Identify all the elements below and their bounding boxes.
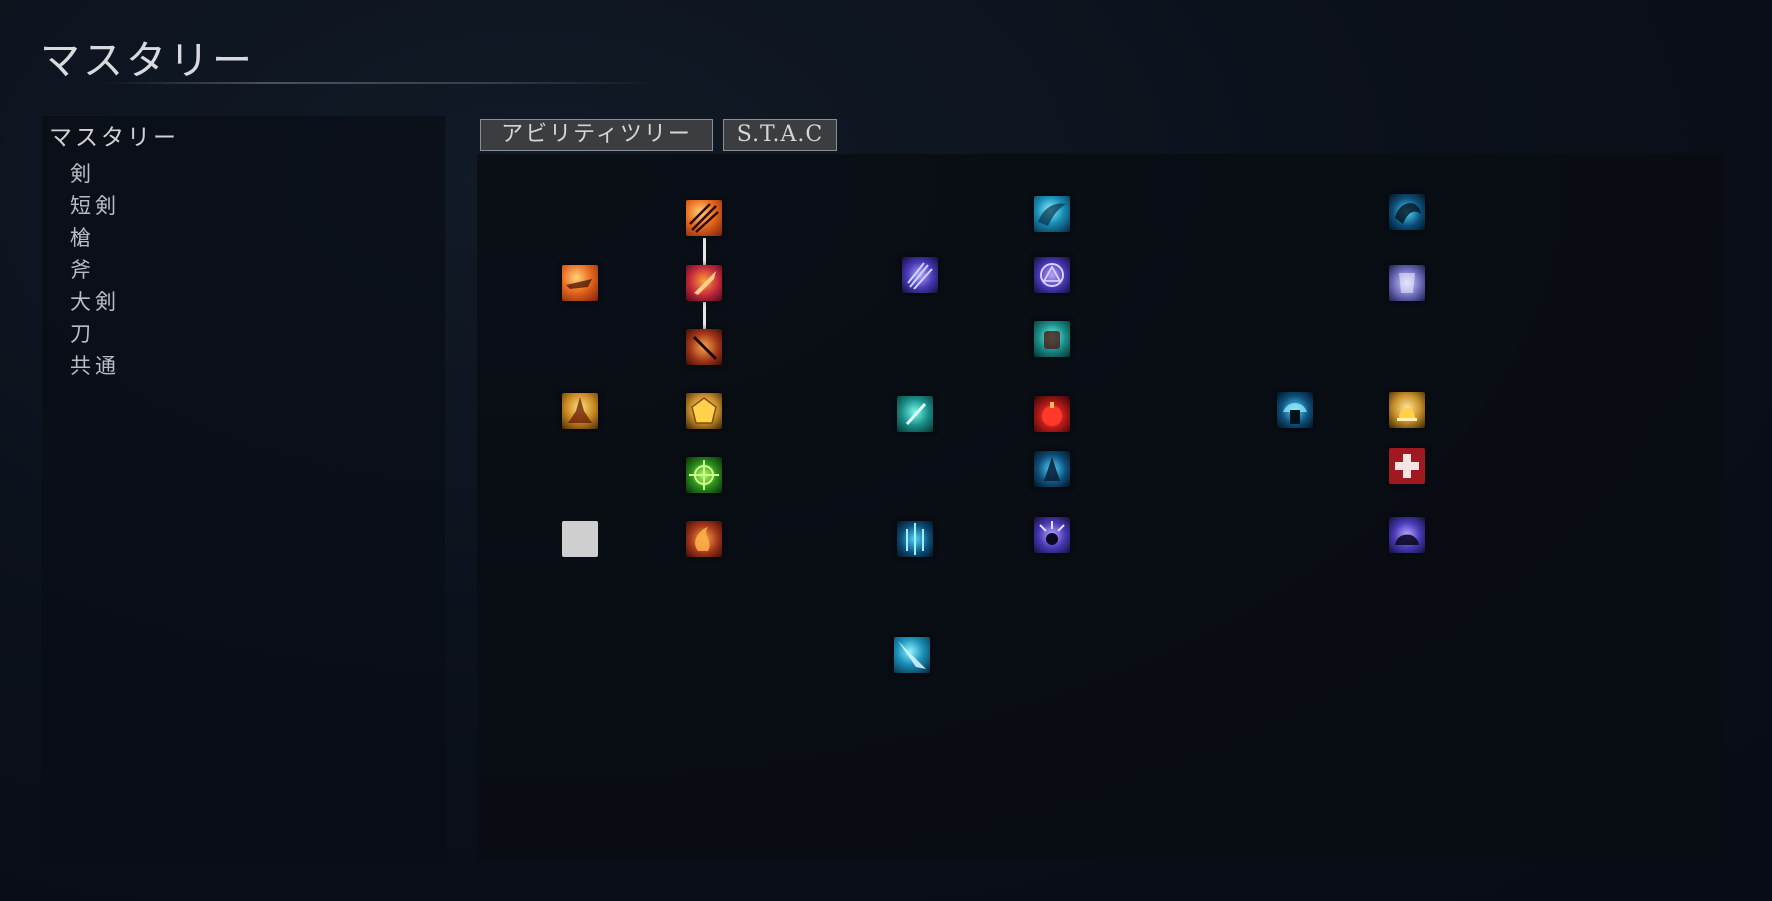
triple-blade-icon[interactable]: [902, 257, 938, 293]
crosshair-icon[interactable]: [686, 457, 722, 493]
weapon-list: 剣 短剣 槍 斧 大剣 刀 共通: [70, 158, 120, 382]
shadow-beast-icon[interactable]: [1389, 517, 1425, 553]
sidebar-heading: マスタリー: [49, 125, 179, 151]
sidebar-item-katana[interactable]: 刀: [70, 318, 120, 350]
blazing-blade-icon[interactable]: [686, 265, 722, 301]
arcane-rune-icon[interactable]: [1034, 257, 1070, 293]
red-orb-icon[interactable]: [1034, 396, 1070, 432]
sidebar-item-common[interactable]: 共通: [70, 350, 120, 382]
ice-pillar-icon[interactable]: [897, 521, 933, 557]
sidebar-item-axe[interactable]: 斧: [70, 254, 120, 286]
sidebar-item-greatsword[interactable]: 大剣: [70, 286, 120, 318]
frost-wave-icon[interactable]: [1034, 196, 1070, 232]
amber-crystal-icon[interactable]: [686, 393, 722, 429]
ability-tree-panel: [477, 154, 1723, 860]
title-divider: [100, 82, 660, 84]
sidebar-item-spear[interactable]: 槍: [70, 222, 120, 254]
multi-slash-icon[interactable]: [686, 200, 722, 236]
sidebar: マスタリー 剣 短剣 槍 斧 大剣 刀 共通: [42, 116, 445, 860]
fire-strike-icon[interactable]: [686, 329, 722, 365]
tab-stac[interactable]: S.T.A.C: [723, 119, 837, 151]
sidebar-item-sword[interactable]: 剣: [70, 158, 120, 190]
fire-pillar-icon[interactable]: [562, 393, 598, 429]
tree-connector: [703, 302, 706, 332]
teal-blade-icon[interactable]: [897, 396, 933, 432]
flame-dash-icon[interactable]: [562, 265, 598, 301]
medical-cross-icon[interactable]: [1389, 448, 1425, 484]
page-title: マスタリー: [40, 38, 255, 84]
empty-slot-icon[interactable]: [562, 521, 598, 557]
tab-bar: アビリティツリー S.T.A.C: [480, 119, 837, 151]
hooded-figure-icon[interactable]: [1277, 392, 1313, 428]
frost-dragon-icon[interactable]: [1389, 194, 1425, 230]
frost-aura-icon[interactable]: [1034, 451, 1070, 487]
golden-bell-icon[interactable]: [1389, 392, 1425, 428]
ice-fist-icon[interactable]: [1034, 321, 1070, 357]
sidebar-item-dagger[interactable]: 短剣: [70, 190, 120, 222]
ice-lance-icon[interactable]: [894, 637, 930, 673]
tree-connector: [703, 238, 706, 268]
spirit-shield-icon[interactable]: [1389, 265, 1425, 301]
arcane-burst-icon[interactable]: [1034, 517, 1070, 553]
flame-swirl-icon[interactable]: [686, 521, 722, 557]
tab-ability-tree[interactable]: アビリティツリー: [480, 119, 713, 151]
mastery-screen: マスタリー マスタリー 剣 短剣 槍 斧 大剣 刀 共通 アビリティツリー S.…: [0, 0, 1772, 901]
